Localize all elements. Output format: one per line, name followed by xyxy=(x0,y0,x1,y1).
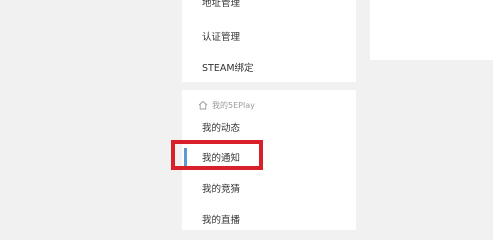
menu-item-address-management[interactable]: 地址管理 xyxy=(202,0,240,10)
section-header: 我的5EPlay xyxy=(198,98,255,112)
home-icon xyxy=(198,100,208,110)
account-menu-panel: 地址管理 认证管理 STEAM绑定 xyxy=(182,0,356,82)
menu-item-my-activity[interactable]: 我的动态 xyxy=(202,123,240,135)
content-card xyxy=(370,0,493,60)
highlight-annotation-box xyxy=(171,140,263,170)
menu-item-steam-binding[interactable]: STEAM绑定 xyxy=(202,63,254,75)
menu-item-verification-management[interactable]: 认证管理 xyxy=(202,32,240,44)
section-header-label: 我的5EPlay xyxy=(212,100,255,110)
menu-item-my-live[interactable]: 我的直播 xyxy=(202,215,240,227)
menu-item-my-predictions[interactable]: 我的竞猜 xyxy=(202,184,240,196)
